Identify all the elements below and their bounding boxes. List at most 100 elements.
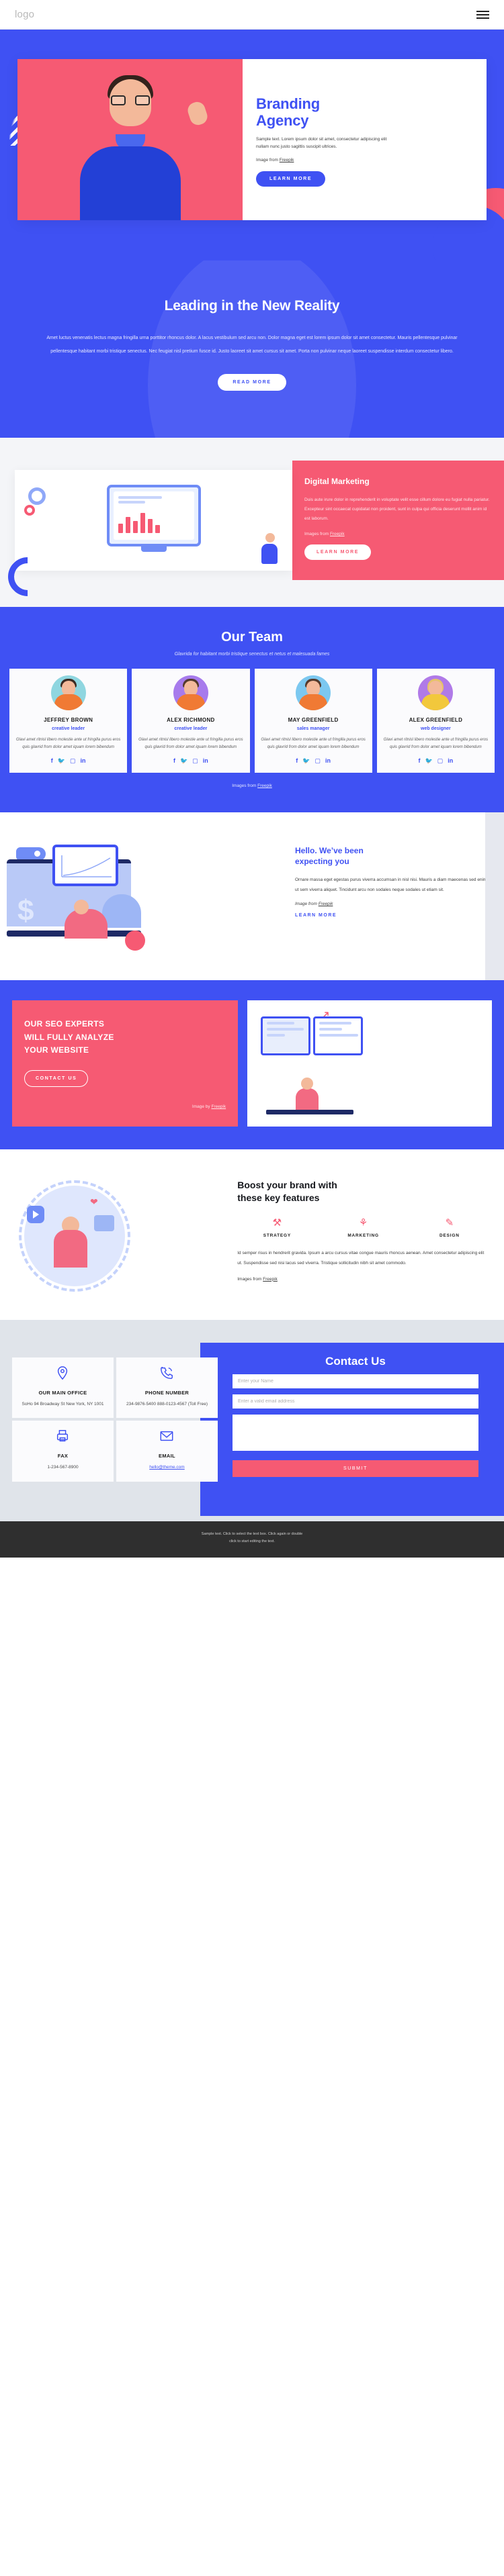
seo-credit-link[interactable]: Freepik (211, 1104, 226, 1109)
hero-card: Branding Agency Sample text. Lorem ipsum… (17, 59, 487, 220)
rocket-icon (16, 847, 46, 861)
hello-learn-more-link[interactable]: LEARN MORE (295, 913, 337, 918)
email-input[interactable] (232, 1394, 478, 1409)
hero-title-line1: Branding (256, 95, 320, 112)
hero-learn-more-button[interactable]: LEARN MORE (256, 171, 326, 187)
hero-credit: Image from Freepik (256, 158, 473, 162)
contact-title: Contact Us (325, 1354, 386, 1368)
site-footer: Sample text. Click to select the text bo… (0, 1521, 504, 1558)
hero-text: Branding Agency Sample text. Lorem ipsum… (243, 59, 487, 220)
linkedin-icon[interactable]: in (80, 757, 85, 765)
email-link[interactable]: hello@theme.com (149, 1465, 184, 1470)
team-member-card[interactable]: JEFFREY BROWN creative leader Glavi amet… (9, 668, 128, 773)
submit-button[interactable]: SUBMIT (232, 1460, 478, 1477)
seo-title-line1: OUR SEO EXPERTS (24, 1019, 105, 1029)
portrait-body (79, 146, 181, 220)
team-section: Our Team Glavrida for habitant morbi tri… (0, 606, 504, 813)
twitter-icon[interactable]: 🐦 (302, 757, 310, 765)
hello-credit-link[interactable]: Freepik (319, 902, 333, 906)
feature-marketing[interactable]: ⚘ MARKETING (323, 1217, 403, 1238)
features-body: Id semper risus in hendrerit gravida. Ip… (237, 1250, 485, 1266)
growth-chart-icon (61, 855, 112, 878)
message-textarea[interactable] (232, 1414, 478, 1451)
avatar (173, 675, 208, 710)
social-links: f 🐦 ▢ in (259, 757, 368, 765)
feature-label: STRATEGY (263, 1233, 292, 1238)
person-head (301, 1077, 314, 1090)
footer-text-before: Sample text. Click to select the text bo… (201, 1531, 303, 1536)
dm-illustration (15, 469, 292, 571)
facebook-icon[interactable]: f (51, 757, 53, 765)
reality-body: Amet luctus venenatis lectus magna fring… (46, 336, 458, 354)
hamburger-icon[interactable] (476, 10, 489, 19)
team-member-card[interactable]: ALEX GREENFIELD web designer Glavi amet … (376, 668, 495, 773)
team-member-name: ALEX RICHMOND (167, 716, 215, 723)
person-illustration (296, 1088, 319, 1110)
feature-label: MARKETING (347, 1233, 379, 1238)
contact-card-title: EMAIL (159, 1453, 175, 1460)
design-icon: ✎ (445, 1217, 454, 1229)
monitor-stand (140, 546, 167, 552)
dm-learn-more-button[interactable]: LEARN MORE (304, 544, 372, 561)
team-credit: Images from Freepik (0, 783, 504, 788)
twitter-icon[interactable]: 🐦 (180, 757, 187, 765)
desk-illustration (266, 1109, 354, 1114)
features-section: ❤ Boost your brand with these key featur… (0, 1149, 504, 1320)
dm-credit: Images from Freepik (304, 532, 492, 536)
seo-section: OUR SEO EXPERTS WILL FULLY ANALYZE YOUR … (0, 980, 504, 1149)
landing-page: logo Branding Agency Sample text. Lorem … (0, 0, 504, 1558)
strategy-icon: ⚒ (272, 1217, 282, 1229)
instagram-icon[interactable]: ▢ (314, 757, 321, 765)
features-title: Boost your brand with these key features (237, 1179, 489, 1204)
dm-title: Digital Marketing (304, 476, 370, 486)
facebook-icon[interactable]: f (173, 757, 175, 765)
social-links: f 🐦 ▢ in (136, 757, 245, 765)
feature-design[interactable]: ✎ DESIGN (410, 1217, 489, 1238)
team-member-card[interactable]: MAY GREENFIELD sales manager Glavi amet … (254, 668, 372, 773)
grey-stripe-decoration (485, 812, 504, 981)
hero-subtitle: Sample text. Lorem ipsum dolor sit amet,… (256, 137, 387, 150)
contact-cards: OUR MAIN OFFICE SoHo 94 Broadway St New … (12, 1357, 218, 1482)
hello-body: Ornare massa eget egestas purus viverra … (295, 877, 487, 892)
linkedin-icon[interactable]: in (325, 757, 331, 765)
name-input[interactable] (232, 1374, 478, 1388)
feature-strategy[interactable]: ⚒ STRATEGY (237, 1217, 317, 1238)
seo-title-line2: WILL FULLY ANALYZE (24, 1032, 114, 1042)
instagram-icon[interactable]: ▢ (192, 757, 198, 765)
hello-credit-prefix: Image from (295, 902, 319, 907)
hero-credit-link[interactable]: Freepik (280, 158, 294, 162)
gear-small-icon (24, 504, 35, 516)
hero-title-line2: Agency (256, 111, 309, 129)
dollar-sign-icon: $ (17, 894, 34, 928)
seo-contact-us-button[interactable]: CONTACT US (24, 1069, 89, 1087)
dm-credit-prefix: Images from (304, 532, 330, 537)
twitter-icon[interactable]: 🐦 (58, 757, 65, 765)
features-credit-link[interactable]: Freepik (263, 1277, 278, 1282)
dm-credit-link[interactable]: Freepik (330, 532, 345, 536)
instagram-icon[interactable]: ▢ (437, 757, 444, 765)
feature-label: DESIGN (439, 1233, 460, 1238)
reality-read-more-button[interactable]: READ MORE (218, 373, 286, 391)
contact-form: Contact Us SUBMIT (230, 1343, 492, 1482)
team-member-role: creative leader (174, 726, 208, 731)
team-member-card[interactable]: ALEX RICHMOND creative leader Glavi amet… (132, 668, 250, 773)
portrait-hand (185, 99, 210, 128)
logo[interactable]: logo (15, 9, 34, 20)
seo-credit: Image by Freepik (24, 1104, 226, 1109)
linkedin-icon[interactable]: in (448, 757, 453, 765)
team-title: Our Team (221, 629, 283, 645)
team-credit-prefix: Images from (232, 783, 258, 789)
team-member-role: web designer (421, 726, 451, 731)
team-credit-link[interactable]: Freepik (257, 783, 272, 788)
team-grid: JEFFREY BROWN creative leader Glavi amet… (9, 668, 495, 773)
facebook-icon[interactable]: f (296, 757, 298, 765)
hello-text: Hello. We’ve been expecting you Ornare m… (292, 830, 504, 957)
twitter-icon[interactable]: 🐦 (425, 757, 433, 765)
pink-dot-decoration (125, 931, 145, 951)
linkedin-icon[interactable]: in (203, 757, 208, 765)
instagram-icon[interactable]: ▢ (70, 757, 76, 765)
footer-text-after: click to start editing the text. (229, 1539, 275, 1543)
facebook-icon[interactable]: f (419, 757, 421, 765)
reality-section: Leading in the New Reality Amet luctus v… (0, 260, 504, 438)
contact-card-value: hello@theme.com (120, 1464, 214, 1472)
